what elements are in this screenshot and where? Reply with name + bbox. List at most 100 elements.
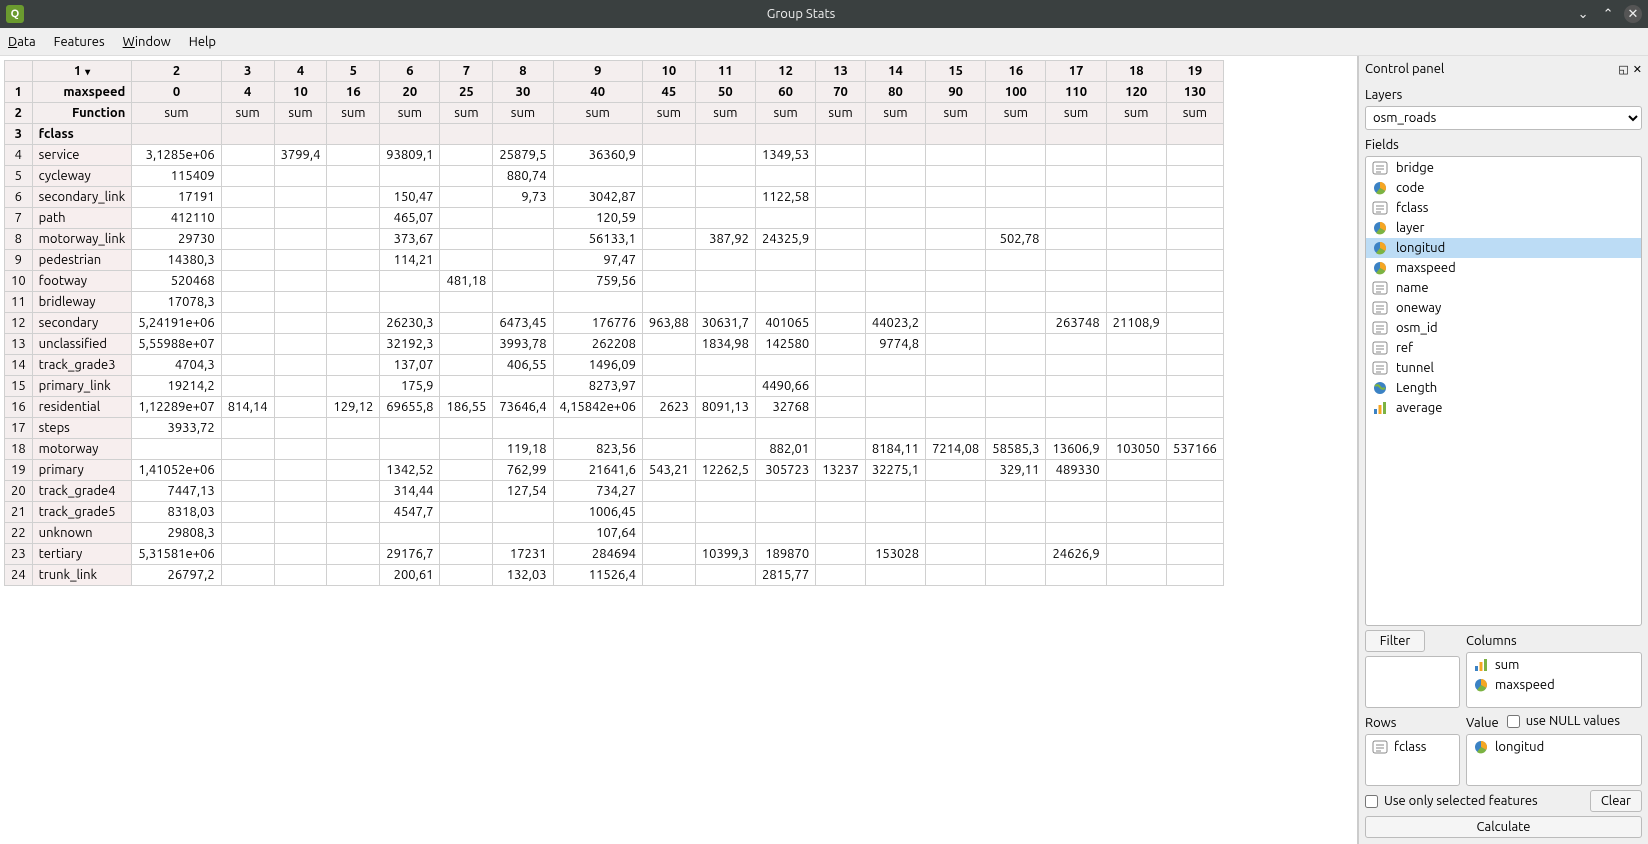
value-cell[interactable] [221, 376, 274, 397]
fclass-cell[interactable]: primary [32, 460, 132, 481]
value-cell[interactable] [755, 250, 815, 271]
value-cell[interactable] [274, 250, 327, 271]
value-cell[interactable] [1106, 334, 1166, 355]
value-cell[interactable]: 24325,9 [755, 229, 815, 250]
col-header[interactable]: 5 [327, 61, 380, 82]
value-cell[interactable] [221, 523, 274, 544]
value-cell[interactable] [327, 334, 380, 355]
row-header[interactable]: 18 [5, 439, 33, 460]
corner-cell[interactable] [5, 61, 33, 82]
value-cell[interactable]: 29730 [132, 229, 221, 250]
use-selected-checkbox[interactable]: Use only selected features [1365, 794, 1584, 808]
value-cell[interactable] [1046, 187, 1106, 208]
value-cell[interactable] [440, 355, 493, 376]
value-cell[interactable] [221, 418, 274, 439]
value-cell[interactable] [695, 523, 755, 544]
value-cell[interactable]: 759,56 [553, 271, 642, 292]
fclass-cell[interactable]: motorway [32, 439, 132, 460]
col-header[interactable]: 3 [221, 61, 274, 82]
value-cell[interactable] [755, 502, 815, 523]
value-cell[interactable]: 132,03 [493, 565, 553, 586]
value-cell[interactable] [865, 229, 925, 250]
value-cell[interactable]: 305723 [755, 460, 815, 481]
row-header[interactable]: 14 [5, 355, 33, 376]
row-header[interactable]: 23 [5, 544, 33, 565]
value-cell[interactable] [642, 565, 695, 586]
fclass-cell[interactable]: track_grade4 [32, 481, 132, 502]
value-cell[interactable] [440, 523, 493, 544]
value-cell[interactable] [1106, 271, 1166, 292]
value-cell[interactable] [274, 166, 327, 187]
value-cell[interactable] [1046, 481, 1106, 502]
value-cell[interactable] [327, 565, 380, 586]
row-header[interactable]: 10 [5, 271, 33, 292]
value-cell[interactable]: 1,41052e+06 [132, 460, 221, 481]
value-cell[interactable] [327, 250, 380, 271]
value-cell[interactable] [816, 208, 866, 229]
value-cell[interactable] [642, 334, 695, 355]
value-cell[interactable] [695, 418, 755, 439]
value-cell[interactable]: 1006,45 [553, 502, 642, 523]
value-cell[interactable] [221, 481, 274, 502]
value-cell[interactable] [274, 208, 327, 229]
fclass-cell[interactable]: unclassified [32, 334, 132, 355]
value-cell[interactable] [926, 481, 986, 502]
fclass-cell[interactable]: motorway_link [32, 229, 132, 250]
value-cell[interactable] [755, 355, 815, 376]
value-cell[interactable] [642, 145, 695, 166]
result-table-container[interactable]: 1▾ 2 3 4 5 6 7 8 9 10 11 12 13 14 15 16 … [0, 56, 1358, 844]
value-cell[interactable]: 401065 [755, 313, 815, 334]
value-cell[interactable] [816, 292, 866, 313]
value-cell[interactable]: 481,18 [440, 271, 493, 292]
value-cell[interactable] [1106, 376, 1166, 397]
value-cell[interactable] [440, 544, 493, 565]
value-cell[interactable] [865, 565, 925, 586]
dz-item-sum[interactable]: sum [1469, 655, 1639, 675]
filter-dropzone[interactable] [1365, 656, 1460, 708]
value-cell[interactable] [327, 166, 380, 187]
value-cell[interactable] [816, 418, 866, 439]
value-cell[interactable] [221, 334, 274, 355]
value-cell[interactable] [986, 565, 1046, 586]
value-cell[interactable] [440, 460, 493, 481]
col-header[interactable]: 10 [642, 61, 695, 82]
value-cell[interactable] [274, 187, 327, 208]
row-header[interactable]: 19 [5, 460, 33, 481]
dz-item-longitud[interactable]: longitud [1469, 737, 1639, 757]
value-cell[interactable] [327, 145, 380, 166]
value-cell[interactable]: 1122,58 [755, 187, 815, 208]
menu-features[interactable]: Features [54, 35, 105, 49]
value-cell[interactable] [986, 145, 1046, 166]
value-cell[interactable]: 97,47 [553, 250, 642, 271]
value-cell[interactable] [1106, 187, 1166, 208]
dz-item-maxspeed[interactable]: maxspeed [1469, 675, 1639, 695]
close-icon[interactable]: ✕ [1624, 5, 1642, 23]
value-cell[interactable] [926, 502, 986, 523]
value-cell[interactable]: 762,99 [493, 460, 553, 481]
value-cell[interactable] [865, 208, 925, 229]
col-header[interactable]: 8 [493, 61, 553, 82]
value-cell[interactable]: 406,55 [493, 355, 553, 376]
value-cell[interactable] [221, 502, 274, 523]
layers-select[interactable]: osm_roads [1365, 106, 1642, 130]
value-cell[interactable] [1166, 313, 1223, 334]
value-cell[interactable] [221, 271, 274, 292]
value-cell[interactable] [1046, 229, 1106, 250]
value-cell[interactable] [274, 271, 327, 292]
value-cell[interactable] [642, 376, 695, 397]
fclass-cell[interactable]: bridleway [32, 292, 132, 313]
value-cell[interactable] [327, 271, 380, 292]
row-header[interactable]: 15 [5, 376, 33, 397]
field-item-longitud[interactable]: longitud [1366, 238, 1641, 258]
value-cell[interactable] [1046, 397, 1106, 418]
value-cell[interactable] [695, 250, 755, 271]
value-cell[interactable] [1046, 166, 1106, 187]
value-cell[interactable] [695, 187, 755, 208]
value-cell[interactable] [1046, 271, 1106, 292]
fclass-cell[interactable]: path [32, 208, 132, 229]
value-cell[interactable] [1046, 418, 1106, 439]
value-cell[interactable] [816, 145, 866, 166]
value-cell[interactable] [816, 271, 866, 292]
value-cell[interactable] [221, 313, 274, 334]
value-cell[interactable] [986, 334, 1046, 355]
